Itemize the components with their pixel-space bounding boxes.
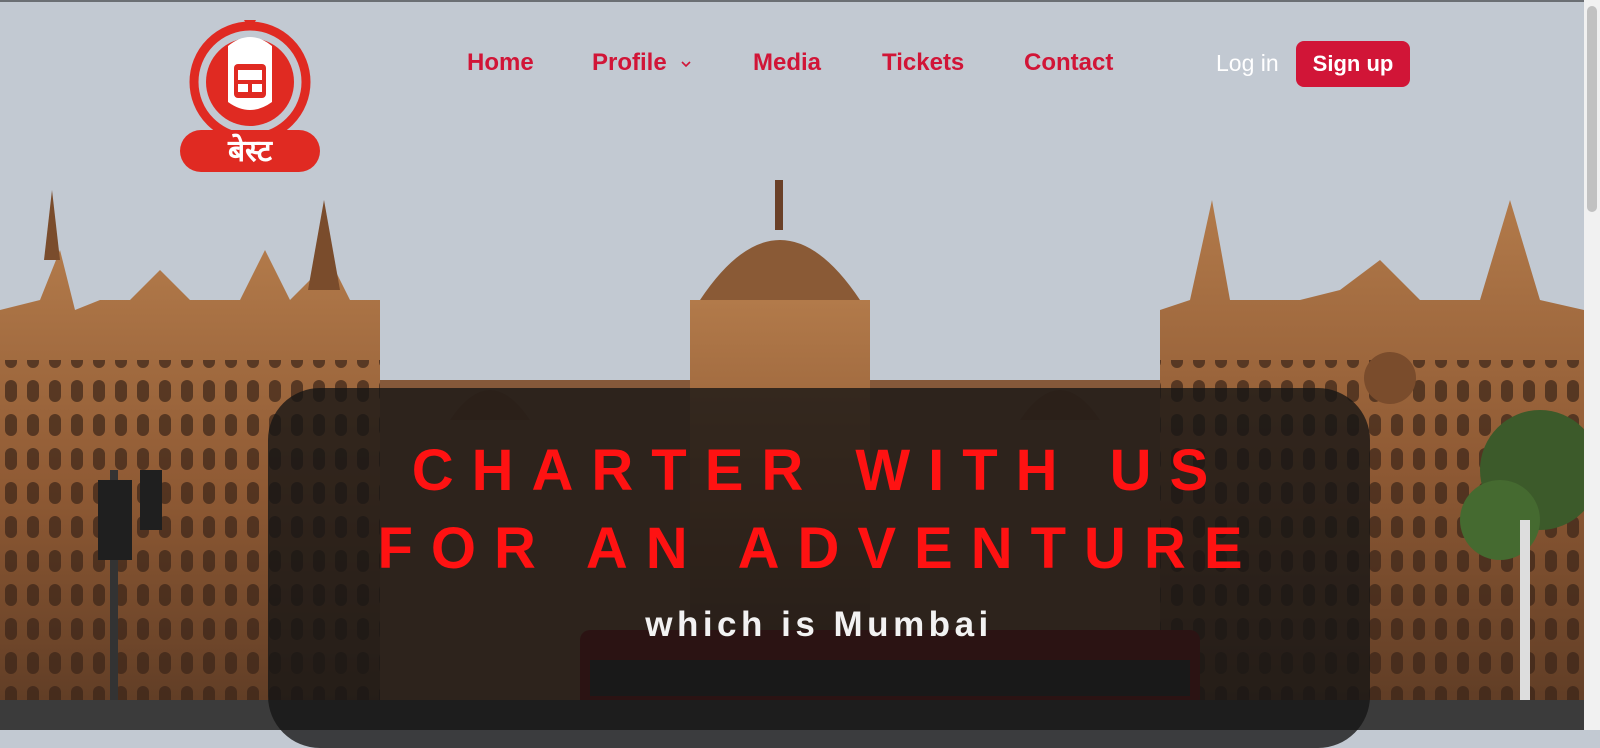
nav-home-label: Home [467, 49, 534, 76]
best-logo[interactable]: बेस्ट [178, 18, 322, 174]
hero-subheadline: which is Mumbai [645, 605, 993, 644]
nav-contact[interactable]: Contact [1024, 45, 1113, 81]
scrollbar-thumb[interactable] [1587, 6, 1597, 212]
nav-media-label: Media [753, 49, 822, 76]
nav-profile-label: Profile [592, 49, 667, 76]
nav-profile[interactable]: Profile [592, 45, 691, 81]
hero-headline-line2: FOR AN ADVENTURE [377, 516, 1261, 581]
nav-tickets[interactable]: Tickets [882, 45, 964, 81]
hero-headline-line1: CHARTER WITH US [411, 438, 1227, 503]
nav-contact-label: Contact [1024, 49, 1114, 76]
nav-media[interactable]: Media [753, 45, 821, 81]
logo-devanagari-text: बेस्ट [227, 133, 274, 169]
page-scrollbar[interactable] [1584, 0, 1600, 730]
chevron-down-icon [681, 61, 691, 67]
nav-home[interactable]: Home [467, 45, 534, 81]
signup-button[interactable]: Sign up [1296, 41, 1410, 87]
nav-tickets-label: Tickets [882, 49, 965, 76]
login-link[interactable]: Log in [1216, 45, 1279, 81]
